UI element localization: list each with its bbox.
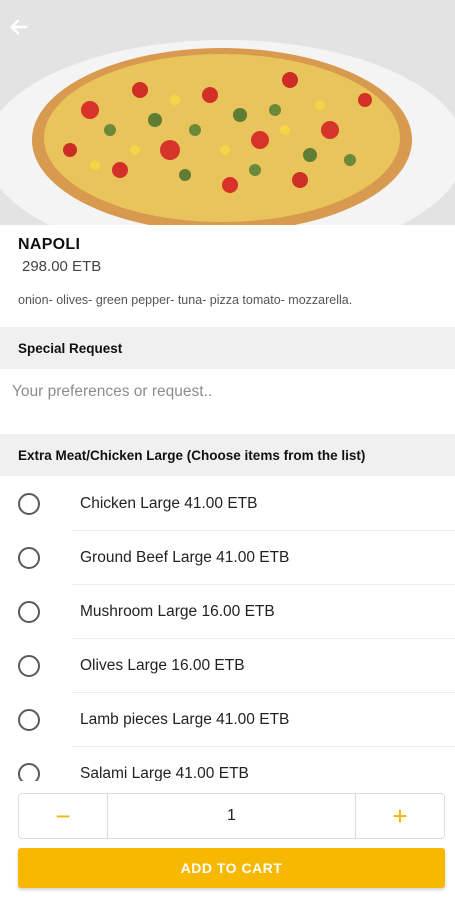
- extra-option-chicken[interactable]: Chicken Large 41.00 ETB: [0, 477, 455, 531]
- extra-option-label: Ground Beef Large 41.00 ETB: [80, 549, 290, 566]
- increase-quantity-button[interactable]: +: [355, 794, 444, 838]
- radio-button[interactable]: [18, 763, 40, 781]
- radio-button[interactable]: [18, 547, 40, 569]
- extra-option-lamb-pieces[interactable]: Lamb pieces Large 41.00 ETB: [0, 693, 455, 747]
- radio-button[interactable]: [18, 493, 40, 515]
- quantity-stepper: − 1 +: [18, 793, 445, 839]
- extra-option-label: Lamb pieces Large 41.00 ETB: [80, 711, 290, 728]
- add-to-cart-button[interactable]: ADD TO CART: [18, 848, 445, 888]
- extra-option-olives[interactable]: Olives Large 16.00 ETB: [0, 639, 455, 693]
- extras-header: Extra Meat/Chicken Large (Choose items f…: [0, 434, 455, 476]
- special-request-header: Special Request: [0, 327, 455, 369]
- extra-option-mushroom[interactable]: Mushroom Large 16.00 ETB: [0, 585, 455, 639]
- radio-button[interactable]: [18, 601, 40, 623]
- decrease-quantity-button[interactable]: −: [19, 794, 108, 838]
- special-request-input[interactable]: [0, 370, 455, 414]
- radio-button[interactable]: [18, 655, 40, 677]
- product-name: NAPOLI: [18, 236, 81, 253]
- product-image: [0, 0, 455, 225]
- extras-options-list: Chicken Large 41.00 ETB Ground Beef Larg…: [0, 477, 455, 781]
- radio-button[interactable]: [18, 709, 40, 731]
- product-price: 298.00 ETB: [22, 258, 102, 275]
- quantity-value: 1: [227, 807, 236, 824]
- product-description: onion- olives- green pepper- tuna- pizza…: [18, 293, 353, 307]
- extra-option-label: Olives Large 16.00 ETB: [80, 657, 245, 674]
- extra-option-label: Chicken Large 41.00 ETB: [80, 495, 258, 512]
- back-button[interactable]: [8, 16, 46, 54]
- extra-option-salami[interactable]: Salami Large 41.00 ETB: [0, 747, 455, 781]
- pizza-illustration: [0, 0, 455, 225]
- arrow-left-icon: [10, 19, 28, 35]
- extra-option-label: Mushroom Large 16.00 ETB: [80, 603, 275, 620]
- extra-option-label: Salami Large 41.00 ETB: [80, 765, 249, 781]
- extra-option-ground-beef[interactable]: Ground Beef Large 41.00 ETB: [0, 531, 455, 585]
